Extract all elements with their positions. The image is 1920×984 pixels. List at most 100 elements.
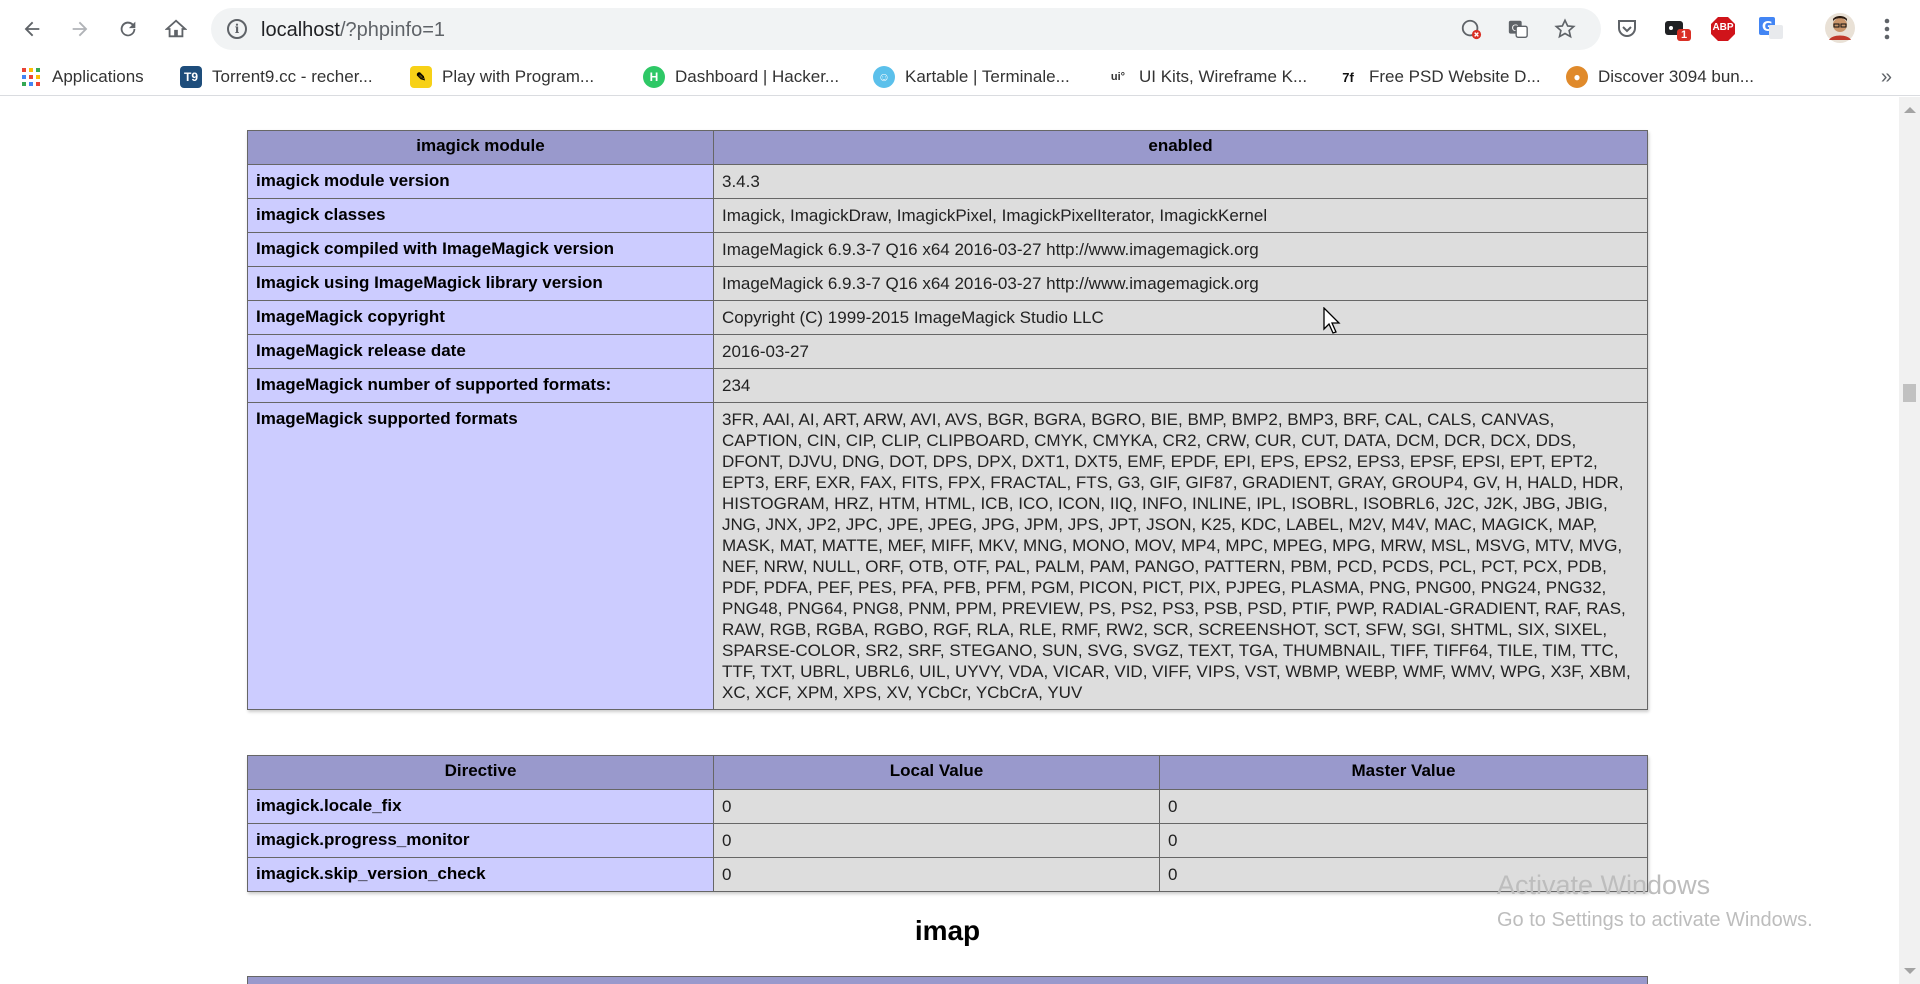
apps-grid-icon bbox=[20, 66, 42, 88]
table-row: imagick classes Imagick, ImagickDraw, Ima… bbox=[247, 198, 1648, 233]
scroll-up-arrow-icon[interactable] bbox=[1904, 107, 1916, 113]
row-value-cell: 0 bbox=[713, 823, 1160, 858]
url-text[interactable]: localhost/?phpinfo=1 bbox=[261, 19, 445, 42]
table-row: imagick.locale_fix 0 0 bbox=[247, 789, 1648, 824]
row-value-cell: 234 bbox=[713, 368, 1648, 403]
reload-icon bbox=[120, 21, 136, 37]
next-table-header-partial bbox=[247, 976, 1648, 984]
extension-badge: 1 bbox=[1677, 29, 1692, 41]
bookmark-torrent9[interactable]: T9 Torrent9.cc - recher... bbox=[180, 64, 373, 90]
row-label-cell: Imagick using ImageMagick library versio… bbox=[247, 266, 714, 301]
scroll-down-arrow-icon[interactable] bbox=[1904, 968, 1916, 974]
pencil-icon: ✎ bbox=[410, 66, 432, 88]
row-value-cell: 0 bbox=[1159, 857, 1648, 892]
bookmark-applications[interactable]: Applications bbox=[20, 64, 144, 90]
bookmarks-bar: Applications T9 Torrent9.cc - recher... … bbox=[0, 58, 1920, 96]
table-row: ImageMagick copyright Copyright (C) 1999-… bbox=[247, 300, 1648, 335]
row-label-cell: ImageMagick number of supported formats: bbox=[247, 368, 714, 403]
table-row: imagick.skip_version_check 0 0 bbox=[247, 857, 1648, 892]
table-row: Imagick using ImageMagick library versio… bbox=[247, 266, 1648, 301]
imagick-directive-table: Directive Local Value Master Value imagi… bbox=[247, 755, 1648, 892]
notification-extension-icon[interactable]: 1 bbox=[1661, 15, 1692, 43]
uikits-icon: ui° bbox=[1110, 71, 1126, 83]
bookmark-label: Torrent9.cc - recher... bbox=[212, 67, 373, 86]
row-label-cell: ImageMagick copyright bbox=[247, 300, 714, 335]
row-label-cell: imagick.progress_monitor bbox=[247, 823, 714, 858]
bookmark-label: Applications bbox=[52, 67, 144, 86]
back-button[interactable] bbox=[17, 14, 47, 44]
torrent9-icon: T9 bbox=[180, 66, 202, 88]
table-row: imagick module version 3.4.3 bbox=[247, 164, 1648, 199]
arrow-left-icon bbox=[24, 21, 40, 37]
row-value-cell: 3FR, AAI, AI, ART, ARW, AVI, AVS, BGR, B… bbox=[713, 402, 1648, 710]
hackerrank-icon: H bbox=[643, 66, 665, 88]
row-label-cell: imagick module version bbox=[247, 164, 714, 199]
reload-button[interactable] bbox=[113, 14, 143, 44]
chrome-menu-button[interactable] bbox=[1873, 15, 1901, 43]
row-label-cell: imagick.skip_version_check bbox=[247, 857, 714, 892]
home-button[interactable] bbox=[161, 14, 191, 44]
table-header-row: Directive Local Value Master Value bbox=[247, 755, 1648, 790]
row-label-cell: imagick.locale_fix bbox=[247, 789, 714, 824]
table-row: Imagick compiled with ImageMagick versio… bbox=[247, 232, 1648, 267]
bookmark-kartable[interactable]: ☺ Kartable | Terminale... bbox=[873, 64, 1070, 90]
column-header: Master Value bbox=[1159, 755, 1648, 790]
row-value-cell: 0 bbox=[713, 857, 1160, 892]
bookmark-label: Dashboard | Hacker... bbox=[675, 67, 840, 86]
row-label-cell: ImageMagick release date bbox=[247, 334, 714, 369]
bookmark-label: Play with Program... bbox=[442, 67, 595, 86]
profile-avatar[interactable] bbox=[1824, 12, 1856, 44]
psd-icon: 7f bbox=[1342, 69, 1354, 85]
column-header: Local Value bbox=[713, 755, 1160, 790]
row-label-cell: Imagick compiled with ImageMagick versio… bbox=[247, 232, 714, 267]
arrow-right-icon bbox=[72, 21, 88, 37]
cookie-icon: ● bbox=[1566, 66, 1588, 88]
table-row: ImageMagick release date 2016-03-27 bbox=[247, 334, 1648, 369]
bookmark-hackerrank[interactable]: H Dashboard | Hacker... bbox=[643, 64, 839, 90]
mouse-cursor-icon bbox=[1323, 307, 1341, 334]
table-row: ImageMagick number of supported formats:… bbox=[247, 368, 1648, 403]
home-icon bbox=[165, 19, 187, 38]
row-value-cell: Imagick, ImagickDraw, ImagickPixel, Imag… bbox=[713, 198, 1648, 233]
browser-toolbar: i localhost/?phpinfo=1 G 1 ABP G bbox=[0, 0, 1920, 58]
scroll-thumb[interactable] bbox=[1903, 384, 1916, 402]
section-title-imap: imap bbox=[914, 915, 981, 946]
url-path: /?phpinfo=1 bbox=[339, 19, 446, 41]
adblock-plus-icon[interactable]: ABP bbox=[1709, 15, 1737, 43]
abp-label: ABP bbox=[1712, 22, 1734, 33]
google-translate-extension-icon[interactable]: G bbox=[1757, 15, 1785, 43]
table-header-row: imagick module enabled bbox=[247, 130, 1648, 165]
blocked-cookies-icon[interactable] bbox=[1460, 18, 1482, 40]
kebab-menu-icon bbox=[1884, 18, 1890, 40]
bookmark-label: Kartable | Terminale... bbox=[905, 67, 1070, 86]
bookmark-label: Free PSD Website D... bbox=[1369, 67, 1541, 86]
bookmark-label: UI Kits, Wireframe K... bbox=[1139, 67, 1308, 86]
row-label-cell: ImageMagick supported formats bbox=[247, 402, 714, 710]
table-row: imagick.progress_monitor 0 0 bbox=[247, 823, 1648, 858]
bookmark-ui-kits[interactable]: ui° UI Kits, Wireframe K... bbox=[1107, 64, 1307, 90]
bookmark-star-icon[interactable] bbox=[1554, 18, 1576, 40]
row-value-cell: 0 bbox=[1159, 823, 1648, 858]
row-value-cell: 0 bbox=[1159, 789, 1648, 824]
row-value-cell: 3.4.3 bbox=[713, 164, 1648, 199]
row-value-cell: ImageMagick 6.9.3-7 Q16 x64 2016-03-27 h… bbox=[713, 232, 1648, 267]
page-scrollbar[interactable] bbox=[1899, 97, 1920, 984]
address-bar[interactable]: i localhost/?phpinfo=1 G bbox=[211, 8, 1601, 50]
bookmark-discover-bundles[interactable]: ● Discover 3094 bun... bbox=[1566, 64, 1754, 90]
column-header: imagick module bbox=[247, 130, 714, 165]
translate-icon[interactable]: G bbox=[1507, 18, 1529, 40]
page-viewport: imagick module enabled imagick module ve… bbox=[0, 97, 1899, 984]
table-row: ImageMagick supported formats 3FR, AAI, A… bbox=[247, 402, 1648, 710]
imagick-info-table: imagick module enabled imagick module ve… bbox=[247, 130, 1648, 710]
bookmark-free-psd[interactable]: 7f Free PSD Website D... bbox=[1337, 64, 1541, 90]
more-bookmarks-button[interactable]: » bbox=[1881, 66, 1892, 89]
bookmark-play-with-programming[interactable]: ✎ Play with Program... bbox=[410, 64, 594, 90]
column-header: Directive bbox=[247, 755, 714, 790]
row-value-cell: 2016-03-27 bbox=[713, 334, 1648, 369]
column-header: enabled bbox=[713, 130, 1648, 165]
info-icon[interactable]: i bbox=[227, 19, 247, 39]
url-host: localhost bbox=[261, 19, 340, 41]
forward-button[interactable] bbox=[65, 14, 95, 44]
pocket-extension-icon[interactable] bbox=[1613, 15, 1641, 43]
bookmark-label: Discover 3094 bun... bbox=[1598, 67, 1754, 86]
